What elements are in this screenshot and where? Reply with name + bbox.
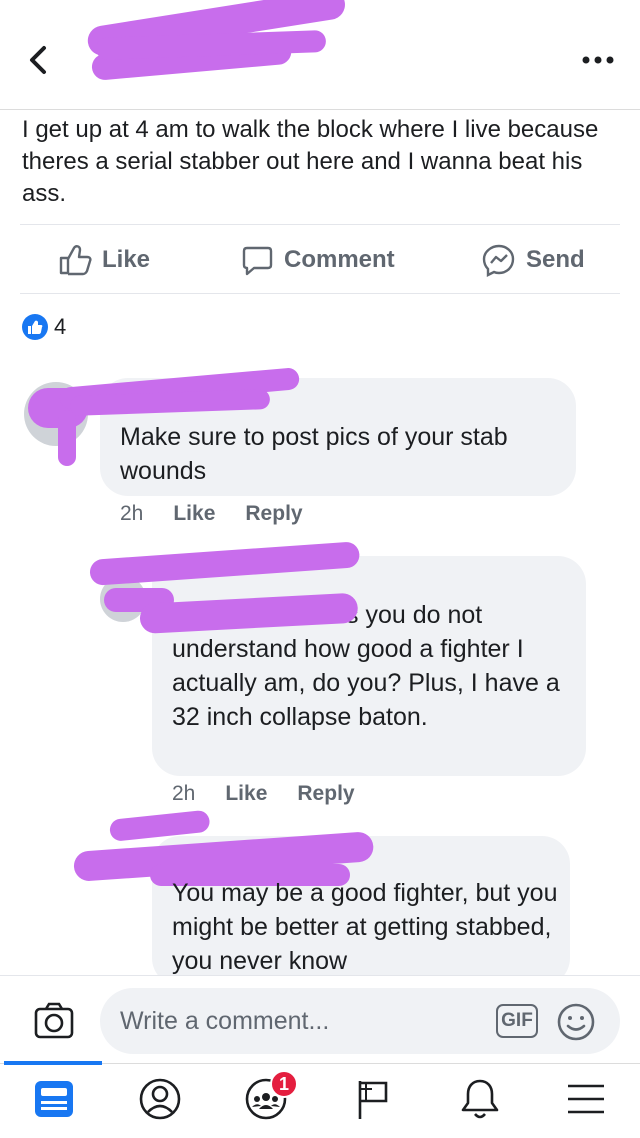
like-icon	[58, 244, 92, 276]
comment-composer: GIF	[0, 975, 640, 1063]
comment-reply-button[interactable]: Reply	[297, 782, 354, 806]
redacted-avatar	[58, 410, 76, 466]
messenger-icon	[482, 243, 516, 277]
top-bar	[0, 0, 640, 110]
profile-icon	[138, 1077, 182, 1126]
post-text: I get up at 4 am to walk the block where…	[22, 116, 599, 207]
send-button[interactable]: Send	[482, 225, 585, 295]
news-feed-icon	[33, 1079, 75, 1124]
like-reaction-icon	[22, 314, 48, 340]
comment-time: 2h	[172, 782, 196, 805]
reaction-count: 4	[54, 314, 67, 339]
tab-pages[interactable]	[332, 1064, 412, 1138]
comment-label: Comment	[284, 246, 395, 273]
tab-profile[interactable]	[120, 1064, 200, 1138]
tab-groups[interactable]: 1	[226, 1064, 306, 1138]
menu-icon	[566, 1082, 606, 1121]
tab-notifications[interactable]	[440, 1064, 520, 1138]
bell-icon	[460, 1077, 500, 1126]
comment-like-button[interactable]: Like	[225, 782, 267, 806]
comment-time: 2h	[120, 502, 144, 525]
gif-button[interactable]: GIF	[496, 1004, 538, 1038]
comment-reply-button[interactable]: Reply	[245, 502, 302, 526]
comment-meta: 2h Like Reply	[120, 502, 303, 526]
reply-text-line1: s you do not	[346, 601, 483, 629]
like-button[interactable]: Like	[58, 225, 150, 295]
reply-text: You may be a good fighter, but you might…	[172, 879, 558, 975]
bottom-tab-bar: 1	[0, 1061, 640, 1138]
notification-badge: 1	[270, 1070, 298, 1098]
back-arrow-icon[interactable]	[22, 40, 58, 80]
more-icon[interactable]	[578, 48, 618, 72]
comment-meta: 2h Like Reply	[172, 782, 355, 806]
pages-flag-icon	[352, 1077, 392, 1126]
like-label: Like	[102, 246, 151, 273]
reply-text: understand how good a fighter I actually…	[172, 635, 560, 731]
tab-news-feed[interactable]	[14, 1064, 94, 1138]
comment-text: Make sure to post pics of your stab woun…	[120, 423, 508, 485]
comment-input[interactable]	[100, 988, 620, 1054]
comment-like-button[interactable]: Like	[173, 502, 215, 526]
post-actions: Like Comment Send	[20, 224, 620, 294]
send-label: Send	[526, 246, 585, 273]
emoji-icon[interactable]	[556, 1002, 596, 1042]
comment-icon	[242, 244, 274, 276]
comment-button[interactable]: Comment	[242, 225, 395, 295]
tab-menu[interactable]	[546, 1064, 626, 1138]
reaction-summary[interactable]: 4	[22, 314, 66, 340]
camera-icon[interactable]	[34, 1002, 74, 1040]
